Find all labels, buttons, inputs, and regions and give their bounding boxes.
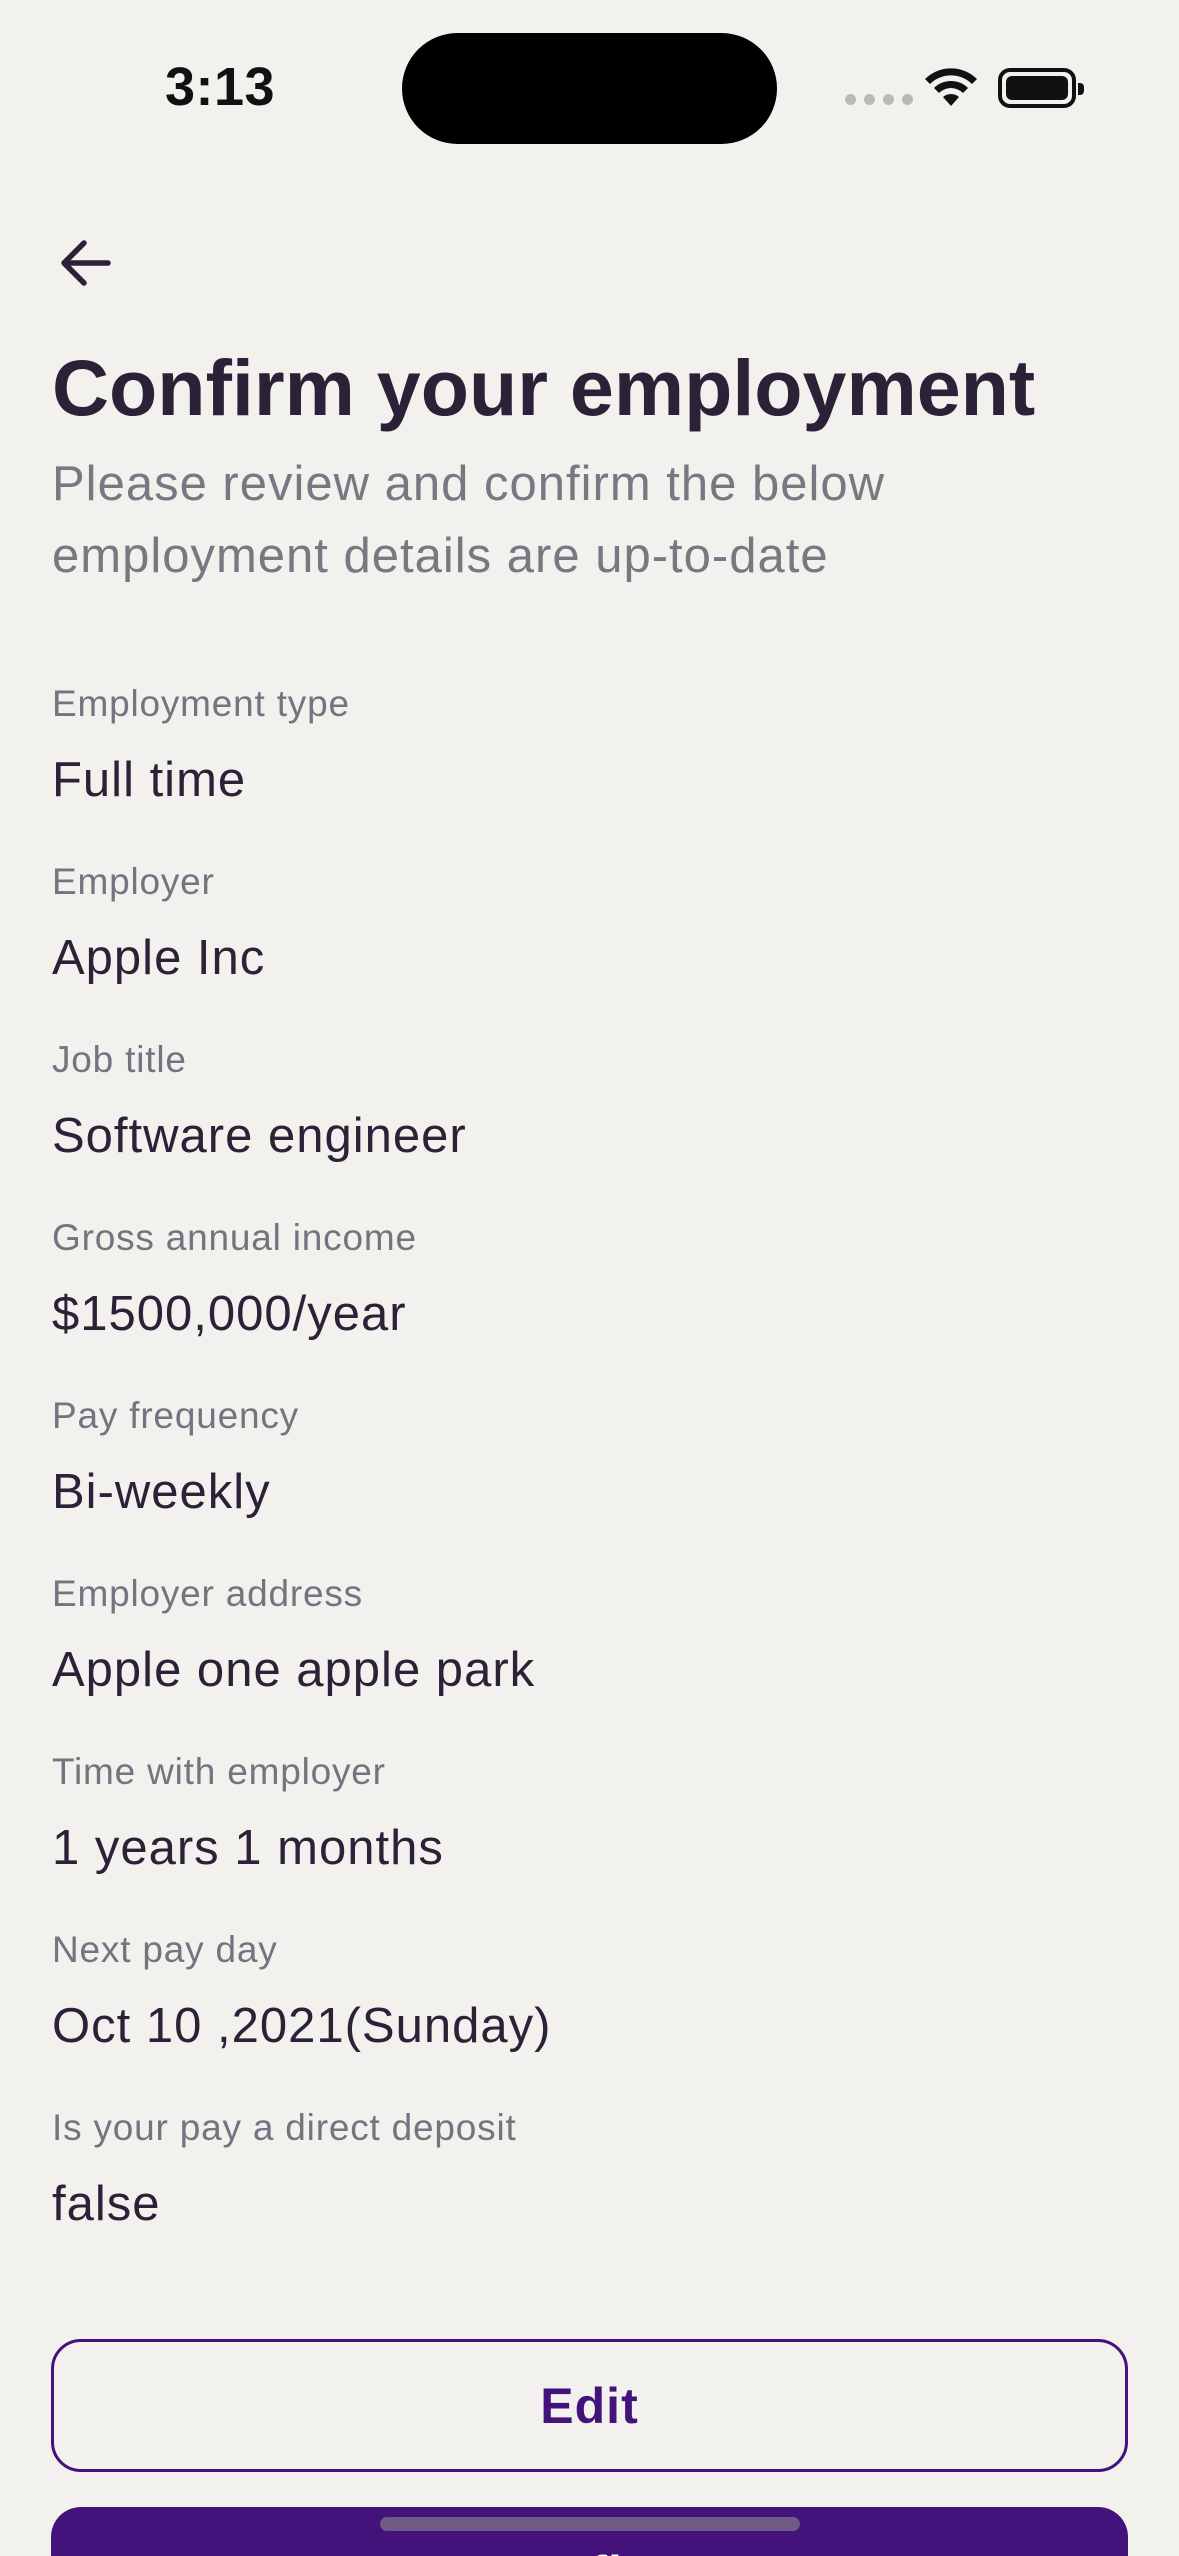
subtitle-line-2: employment details are up-to-date [52, 529, 829, 583]
battery-icon [998, 68, 1084, 108]
detail-label: Gross annual income [52, 1217, 417, 1258]
detail-gross-annual-income: Gross annual income $1500,000/year [52, 1214, 1132, 1392]
subtitle-line-1: Please review and confirm the below [52, 457, 886, 511]
detail-time-with-employer: Time with employer 1 years 1 months [52, 1748, 1132, 1926]
employment-details-list: Employment type Full time Employer Apple… [52, 680, 1132, 2282]
status-time: 3:13 [165, 57, 276, 117]
detail-value: Bi-weekly [52, 1465, 271, 1519]
detail-value: Oct 10 ,2021(Sunday) [52, 1999, 552, 2053]
cellular-signal-icon [845, 94, 913, 105]
detail-value: Software engineer [52, 1109, 467, 1163]
dynamic-island [402, 33, 777, 144]
detail-employer: Employer Apple Inc [52, 858, 1132, 1036]
detail-employer-address: Employer address Apple one apple park [52, 1570, 1132, 1748]
detail-employment-type: Employment type Full time [52, 680, 1132, 858]
edit-button[interactable]: Edit [51, 2339, 1128, 2472]
detail-label: Job title [52, 1039, 187, 1080]
status-bar: 3:13 [0, 0, 1179, 160]
detail-value: false [52, 2177, 161, 2231]
detail-label: Time with employer [52, 1751, 386, 1792]
detail-job-title: Job title Software engineer [52, 1036, 1132, 1214]
detail-value: $1500,000/year [52, 1287, 407, 1341]
detail-value: Apple Inc [52, 931, 266, 985]
detail-direct-deposit: Is your pay a direct deposit false [52, 2104, 1132, 2282]
home-indicator [380, 2517, 800, 2531]
detail-label: Pay frequency [52, 1395, 299, 1436]
page-subtitle: Please review and confirm the below empl… [52, 448, 1102, 592]
detail-pay-frequency: Pay frequency Bi-weekly [52, 1392, 1132, 1570]
wifi-icon [925, 68, 977, 106]
detail-label: Employer address [52, 1573, 363, 1614]
arrow-left-icon [61, 240, 111, 286]
back-button[interactable] [50, 228, 120, 298]
detail-value: 1 years 1 months [52, 1821, 444, 1875]
page-title: Confirm your employment [52, 343, 1036, 432]
detail-label: Is your pay a direct deposit [52, 2107, 517, 2148]
detail-label: Employment type [52, 683, 350, 724]
detail-label: Next pay day [52, 1929, 278, 1970]
detail-value: Full time [52, 753, 247, 807]
detail-next-pay-day: Next pay day Oct 10 ,2021(Sunday) [52, 1926, 1132, 2104]
detail-label: Employer [52, 861, 215, 902]
confirm-button[interactable]: Confirm [51, 2507, 1128, 2556]
detail-value: Apple one apple park [52, 1643, 536, 1697]
